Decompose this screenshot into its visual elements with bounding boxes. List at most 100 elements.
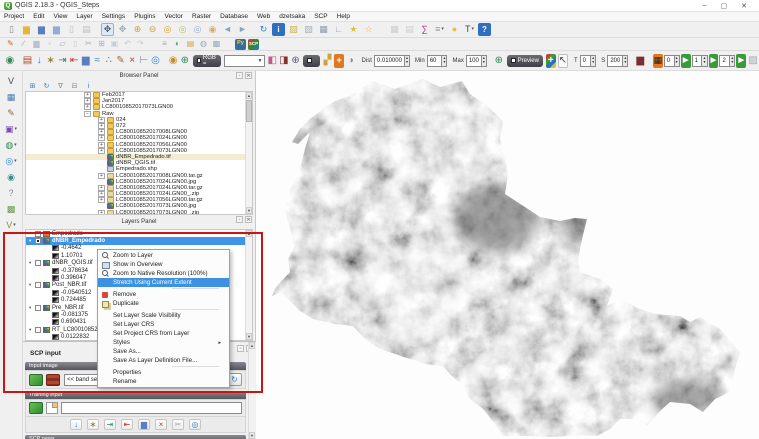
show-bookmarks-icon[interactable]: ☆ bbox=[362, 23, 375, 36]
nd-badge[interactable] bbox=[303, 55, 319, 67]
menu-item[interactable]: Project bbox=[4, 13, 24, 20]
expander-icon[interactable]: − bbox=[84, 111, 91, 117]
dist-spinner[interactable]: ▲▼ bbox=[405, 55, 410, 67]
properties-widget-icon[interactable]: i bbox=[84, 82, 93, 91]
clip-tool-icon[interactable]: ✂ bbox=[172, 419, 184, 430]
max-spinner[interactable]: ▲▼ bbox=[482, 55, 487, 67]
min-field[interactable]: 60 bbox=[427, 55, 443, 67]
zoom-next-icon[interactable]: ► bbox=[236, 23, 249, 36]
nd-zoom-icon[interactable]: ⊕ bbox=[291, 54, 301, 68]
browser-panel-header[interactable]: Browser Panel ▫ ✕ bbox=[23, 71, 255, 81]
statistics-icon[interactable]: ∑ bbox=[418, 23, 431, 36]
apply-bandset-icon[interactable]: ► bbox=[736, 54, 746, 68]
raster-tools-icon[interactable]: ▦ bbox=[5, 91, 18, 104]
identify-features-icon[interactable]: i bbox=[272, 23, 285, 36]
plugin-b-icon[interactable]: ▩ bbox=[211, 39, 222, 50]
float-panel-icon[interactable]: ▫ bbox=[236, 72, 243, 79]
expander-icon[interactable]: + bbox=[98, 191, 105, 197]
layout-grid-icon[interactable]: ▤ bbox=[403, 23, 416, 36]
copy-features-icon[interactable]: ⊞ bbox=[96, 39, 107, 50]
context-menu-item[interactable]: Rename bbox=[98, 377, 229, 386]
layer-checkbox[interactable] bbox=[35, 231, 41, 237]
scp-scrollbar[interactable]: ▲ ▼ bbox=[248, 342, 255, 439]
expander-icon[interactable]: + bbox=[84, 98, 91, 104]
add-selected-layers-icon[interactable]: ⊞ bbox=[28, 82, 37, 91]
preprocessing-icon[interactable]: ∗ bbox=[87, 419, 99, 430]
menu-item[interactable]: dzetsaka bbox=[279, 13, 305, 20]
menu-item[interactable]: Database bbox=[220, 13, 248, 20]
zoom-full-icon[interactable]: ◎ bbox=[161, 23, 174, 36]
add-preview-icon[interactable]: + bbox=[334, 54, 344, 68]
image-overview-icon[interactable]: ▞ bbox=[323, 54, 333, 68]
new-bookmark-icon[interactable]: ★ bbox=[347, 23, 360, 36]
preview-badge[interactable]: Preview bbox=[507, 55, 543, 67]
quick-band-1-field[interactable]: 1 bbox=[692, 55, 703, 67]
redo-icon[interactable]: ↷ bbox=[135, 39, 146, 50]
menu-item[interactable]: Vector bbox=[165, 13, 183, 20]
query-tool-icon[interactable]: ? bbox=[5, 187, 18, 200]
refresh-map-icon[interactable]: ↻ bbox=[257, 23, 270, 36]
select-features-icon[interactable]: ▨ bbox=[287, 23, 300, 36]
s-field[interactable]: 200 bbox=[607, 55, 623, 67]
filter-browser-icon[interactable]: ∇ bbox=[56, 82, 65, 91]
context-menu-item[interactable]: Set Project CRS from Layer bbox=[98, 329, 229, 338]
browser-scrollbar[interactable]: ▲ ▼ bbox=[245, 92, 252, 214]
menu-item[interactable]: SCP bbox=[314, 13, 327, 20]
save-project-icon[interactable]: ▆ bbox=[35, 23, 48, 36]
new-composer-icon[interactable]: ▯ bbox=[65, 23, 78, 36]
context-menu-item[interactable]: Set Layer Scale Visibility bbox=[98, 311, 229, 320]
menu-item[interactable]: Settings bbox=[102, 13, 126, 20]
float-panel-icon[interactable]: ▫ bbox=[237, 345, 244, 352]
current-edits-icon[interactable]: ✎ bbox=[5, 39, 16, 50]
labeling-icon[interactable]: ≡ bbox=[159, 39, 170, 50]
scp-download-products-icon[interactable]: ↓ bbox=[34, 54, 44, 68]
layers-panel-header[interactable]: Layers Panel ▫ ✕ bbox=[23, 215, 255, 229]
plugin-a-icon[interactable]: ◍ bbox=[198, 39, 209, 50]
layer-history-icon[interactable]: ◐ bbox=[172, 39, 183, 50]
maximize-button[interactable]: ▢ bbox=[721, 2, 728, 10]
context-menu-item[interactable]: Styles ▸ bbox=[98, 338, 229, 347]
context-menu-item[interactable]: Show in Overview bbox=[98, 260, 229, 269]
context-menu-item[interactable]: Zoom to Layer bbox=[98, 251, 229, 260]
layer-row[interactable]: Empedrado bbox=[26, 230, 252, 237]
settings-dock-icon[interactable]: ◎ bbox=[189, 419, 201, 430]
quick-band-0-icon[interactable]: ▦ bbox=[653, 54, 663, 68]
scp-band-calc-icon[interactable]: ▆ bbox=[81, 54, 91, 68]
zoom-native-icon[interactable]: ◉ bbox=[206, 23, 219, 36]
delete-selected-icon[interactable]: ▯ bbox=[70, 39, 81, 50]
scroll-up-icon[interactable]: ▲ bbox=[246, 230, 252, 237]
menu-item[interactable]: Help bbox=[337, 13, 350, 20]
save-project-as-icon[interactable]: ▆ bbox=[50, 23, 63, 36]
band-set-icon[interactable]: ⇥ bbox=[104, 419, 116, 430]
float-panel-icon[interactable]: ▫ bbox=[236, 216, 243, 223]
batch-icon[interactable]: × bbox=[155, 419, 167, 430]
menu-item[interactable]: Layer bbox=[76, 13, 92, 20]
layer-checkbox[interactable] bbox=[35, 282, 41, 288]
refresh-browser-icon[interactable]: ↻ bbox=[42, 82, 51, 91]
scroll-up-icon[interactable]: ▲ bbox=[246, 92, 252, 99]
expander-icon[interactable]: + bbox=[98, 185, 105, 191]
scp-preprocessing-icon[interactable]: ∗ bbox=[46, 54, 56, 68]
scp-measure-icon[interactable]: ⊢ bbox=[139, 54, 149, 68]
save-layer-edits-icon[interactable]: ▆ bbox=[31, 39, 42, 50]
new-spatialite-icon[interactable]: ▤ bbox=[185, 39, 196, 50]
download-images-icon[interactable]: ↓ bbox=[70, 419, 82, 430]
max-field[interactable]: 100 bbox=[466, 55, 482, 67]
layer-checkbox[interactable] bbox=[35, 327, 41, 333]
remove-preview-icon[interactable]: ▆ bbox=[635, 54, 645, 68]
zoom-to-preview-icon[interactable]: ◉ bbox=[168, 54, 178, 68]
checker-tool-icon[interactable]: ▩ bbox=[5, 203, 18, 216]
scroll-down-icon[interactable]: ▼ bbox=[249, 432, 255, 439]
new-training-input-icon[interactable] bbox=[46, 402, 58, 414]
measure-dropdown-icon[interactable]: ≡ bbox=[433, 23, 446, 36]
expander-icon[interactable]: + bbox=[84, 92, 91, 98]
preview-magnifier-icon[interactable]: ⊕ bbox=[494, 54, 504, 68]
dist-field[interactable]: 0.010000 bbox=[374, 55, 405, 67]
paste-features-icon[interactable]: ▣ bbox=[109, 39, 120, 50]
scroll-thumb[interactable] bbox=[246, 100, 252, 122]
expander-icon[interactable]: + bbox=[84, 104, 91, 110]
zoom-to-selection-icon[interactable]: ◎ bbox=[176, 23, 189, 36]
scroll-down-icon[interactable]: ▼ bbox=[246, 207, 252, 214]
node-tool-icon[interactable]: ▱ bbox=[57, 39, 68, 50]
draw-tool-icon[interactable]: ✎ bbox=[5, 107, 18, 120]
